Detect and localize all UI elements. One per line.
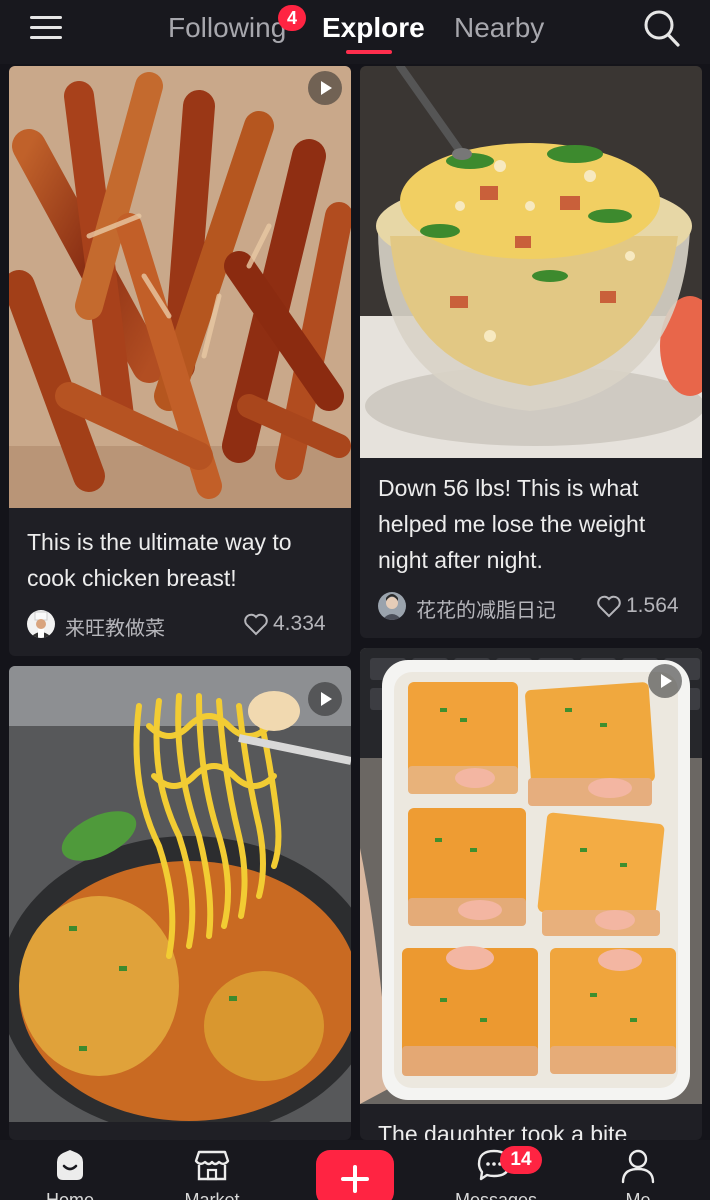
plus-icon[interactable] bbox=[316, 1150, 394, 1200]
app-screen: Following 4 Explore Nearby This is the u… bbox=[0, 0, 710, 1200]
like-count: 4.334 bbox=[273, 612, 326, 635]
like-count: 1.564 bbox=[626, 594, 679, 617]
card-title: The daughter took a bite bbox=[378, 1121, 628, 1140]
heart-icon bbox=[244, 613, 268, 636]
card-title: Down 56 lbs! This is what helped me lose… bbox=[378, 475, 646, 573]
search-icon[interactable] bbox=[642, 8, 682, 50]
feed-card[interactable]: The daughter took a bite bbox=[360, 648, 702, 1140]
card-image-fried-rice bbox=[360, 66, 702, 458]
profile-icon bbox=[621, 1149, 655, 1184]
tab-following[interactable]: Following bbox=[168, 12, 286, 44]
video-play-icon[interactable] bbox=[308, 71, 342, 105]
feed-card[interactable] bbox=[9, 666, 351, 1140]
card-image-ramen bbox=[9, 666, 351, 1122]
avatar[interactable] bbox=[378, 592, 406, 620]
nav-label: Home bbox=[45, 1190, 94, 1200]
tab-nearby[interactable]: Nearby bbox=[454, 12, 544, 44]
following-badge: 4 bbox=[278, 5, 306, 31]
home-icon bbox=[57, 1150, 83, 1180]
top-bar: Following 4 Explore Nearby bbox=[0, 0, 710, 64]
store-icon bbox=[194, 1150, 230, 1181]
avatar[interactable] bbox=[27, 610, 55, 638]
nav-label: Messages bbox=[454, 1190, 538, 1200]
menu-icon[interactable] bbox=[30, 14, 64, 44]
nav-home[interactable]: Home bbox=[20, 1140, 120, 1200]
bottom-nav: Home Market Messages 14 Me bbox=[0, 1140, 710, 1200]
nav-me[interactable]: Me bbox=[588, 1140, 688, 1200]
feed-card[interactable]: This is the ultimate way to cook chicken… bbox=[9, 66, 351, 656]
author-row: 来旺教做菜 4.334 bbox=[27, 610, 347, 640]
active-tab-indicator bbox=[346, 50, 392, 54]
author-name[interactable]: 花花的减脂日记 bbox=[416, 594, 556, 623]
feed-card[interactable]: Down 56 lbs! This is what helped me lose… bbox=[360, 66, 702, 638]
card-image-chicken bbox=[9, 66, 351, 508]
messages-badge: 14 bbox=[500, 1146, 542, 1174]
tab-explore[interactable]: Explore bbox=[322, 12, 425, 44]
nav-label: Me bbox=[625, 1190, 651, 1200]
card-image-shrimp-toast bbox=[360, 648, 702, 1104]
video-play-icon[interactable] bbox=[308, 682, 342, 716]
nav-label: Market bbox=[184, 1190, 240, 1200]
nav-market[interactable]: Market bbox=[162, 1140, 262, 1200]
video-play-icon[interactable] bbox=[648, 664, 682, 698]
author-row: 花花的减脂日记 1.564 bbox=[378, 592, 698, 622]
author-name[interactable]: 来旺教做菜 bbox=[65, 612, 165, 641]
heart-icon bbox=[597, 595, 621, 618]
card-title: This is the ultimate way to cook chicken… bbox=[27, 529, 292, 591]
